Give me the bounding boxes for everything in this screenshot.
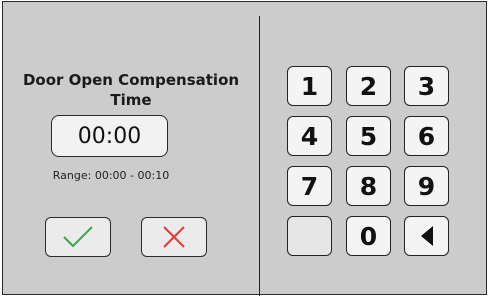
screen: Door Open Compensation Time 00:00 Range:… [2,1,487,296]
time-value-display[interactable]: 00:00 [51,115,168,157]
x-icon [163,226,185,248]
vertical-divider [259,16,260,296]
key-0[interactable]: 0 [346,216,391,256]
cancel-button[interactable] [141,217,207,257]
key-9[interactable]: 9 [404,166,449,206]
key-1[interactable]: 1 [287,66,332,106]
key-8[interactable]: 8 [346,166,391,206]
backspace-key[interactable] [404,216,449,256]
checkmark-icon [63,226,93,248]
key-7[interactable]: 7 [287,166,332,206]
key-6[interactable]: 6 [404,116,449,156]
key-3[interactable]: 3 [404,66,449,106]
range-label: Range: 00:00 - 00:10 [52,169,170,182]
key-blank[interactable] [287,216,332,256]
key-4[interactable]: 4 [287,116,332,156]
key-5[interactable]: 5 [346,116,391,156]
setting-title: Door Open Compensation Time [5,70,257,110]
confirm-button[interactable] [45,217,111,257]
setting-title-line1: Door Open Compensation [22,71,240,89]
backspace-arrow-icon [420,226,433,246]
setting-title-line2: Time [110,91,152,109]
key-2[interactable]: 2 [346,66,391,106]
